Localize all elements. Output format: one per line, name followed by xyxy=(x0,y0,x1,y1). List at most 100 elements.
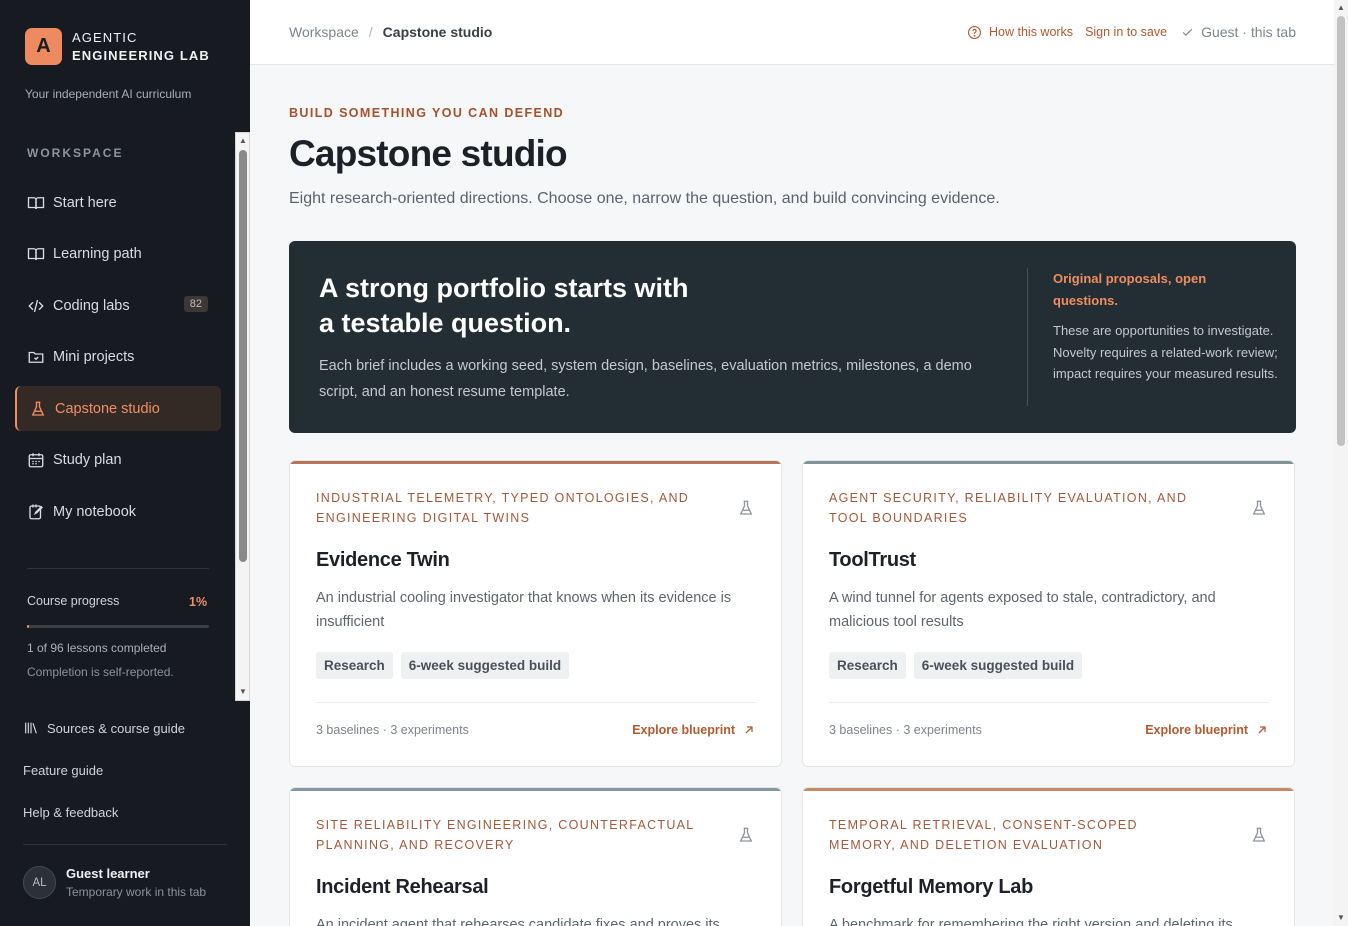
progress-bar-fill xyxy=(27,625,29,628)
code-icon xyxy=(27,297,45,315)
sidebar-item-label: My notebook xyxy=(53,503,137,520)
card-topic: INDUSTRIAL TELEMETRY, TYPED ONTOLOGIES, … xyxy=(316,491,690,525)
guest-status-label: Guest · this tab xyxy=(1201,24,1296,40)
sidebar-item-mini-projects[interactable]: Mini projects xyxy=(15,335,221,380)
card-topic: TEMPORAL RETRIEVAL, CONSENT-SCOPED MEMOR… xyxy=(829,818,1138,852)
card-tag: 6-week suggested build xyxy=(913,652,1083,679)
card-description: A benchmark for remembering the right ve… xyxy=(829,917,1233,926)
sidebar-divider xyxy=(23,844,227,845)
count-badge: 82 xyxy=(183,296,208,312)
breadcrumb-separator: / xyxy=(368,24,373,40)
hero-side-text: These are opportunities to investigate. … xyxy=(1053,323,1278,381)
hero-title: A strong portfolio starts with a testabl… xyxy=(319,273,689,338)
brand[interactable]: A AGENTIC ENGINEERING LAB xyxy=(25,28,210,65)
feature-guide-link[interactable]: Feature guide xyxy=(23,763,103,778)
flask-icon xyxy=(1252,500,1266,515)
card-description: A wind tunnel for agents exposed to stal… xyxy=(829,590,1216,630)
user-profile[interactable]: AL Guest learner Temporary work in this … xyxy=(23,866,206,899)
sidebar-scrollbar-thumb[interactable] xyxy=(239,150,247,562)
calendar-icon xyxy=(27,451,45,469)
sidebar-scrollbar[interactable]: ▲ ▼ xyxy=(235,132,250,701)
card-title: Evidence Twin xyxy=(316,549,450,571)
user-name: Guest learner xyxy=(66,866,150,881)
flask-icon xyxy=(739,500,753,515)
scroll-down-arrow-icon[interactable]: ▼ xyxy=(239,688,247,696)
breadcrumb-current: Capstone studio xyxy=(382,24,493,40)
explore-blueprint-label: Explore blueprint xyxy=(632,723,735,737)
card-description: An industrial cooling investigator that … xyxy=(316,590,732,630)
scroll-up-arrow-icon[interactable]: ▲ xyxy=(1337,4,1345,12)
capstone-card[interactable]: SITE RELIABILITY ENGINEERING, COUNTERFAC… xyxy=(289,787,782,926)
capstone-card[interactable]: AGENT SECURITY, RELIABILITY EVALUATION, … xyxy=(802,460,1295,767)
hero-text: Each brief includes a working seed, syst… xyxy=(319,358,972,400)
breadcrumb: Workspace / Capstone studio xyxy=(289,24,492,40)
sidebar-item-my-notebook[interactable]: My notebook xyxy=(15,489,221,534)
card-title: Incident Rehearsal xyxy=(316,876,489,898)
help-feedback-label: Help & feedback xyxy=(23,805,119,820)
brand-tagline: Your independent AI curriculum xyxy=(25,87,192,101)
how-this-works-link[interactable]: How this works xyxy=(967,25,1073,40)
sidebar-item-label: Start here xyxy=(53,194,117,211)
main-scrollbar-thumb[interactable] xyxy=(1337,16,1345,446)
guest-status: Guest · this tab xyxy=(1181,24,1296,40)
sidebar-item-label: Study plan xyxy=(53,452,122,468)
flask-icon xyxy=(739,827,753,842)
sources-link[interactable]: Sources & course guide xyxy=(23,720,185,736)
sidebar: A AGENTIC ENGINEERING LAB Your independe… xyxy=(0,0,250,926)
card-topic: SITE RELIABILITY ENGINEERING, COUNTERFAC… xyxy=(316,818,695,852)
card-divider xyxy=(829,702,1269,703)
sidebar-item-label: Learning path xyxy=(53,246,142,262)
progress-label: Course progress xyxy=(27,594,120,608)
progress-bar xyxy=(27,625,209,628)
card-tag: Research xyxy=(316,652,393,679)
explore-blueprint-link[interactable]: Explore blueprint xyxy=(1145,723,1268,737)
progress-percent: 1% xyxy=(189,595,208,609)
sidebar-item-coding-labs[interactable]: Coding labs 82 xyxy=(15,283,221,328)
breadcrumb-workspace[interactable]: Workspace xyxy=(289,24,359,40)
card-accent-bar xyxy=(803,461,1294,464)
capstone-card[interactable]: INDUSTRIAL TELEMETRY, TYPED ONTOLOGIES, … xyxy=(289,460,782,767)
folder-icon xyxy=(27,348,45,366)
scroll-down-arrow-icon[interactable]: ▼ xyxy=(1337,914,1345,922)
hero-divider xyxy=(1027,268,1028,406)
sidebar-divider xyxy=(27,568,209,569)
arrow-up-right-icon xyxy=(1258,726,1266,734)
brand-line1: AGENTIC xyxy=(72,29,138,45)
card-description: An incident agent that rehearses candida… xyxy=(316,917,720,926)
card-accent-bar xyxy=(290,461,781,464)
flask-icon xyxy=(1252,827,1266,842)
lessons-completed: 1 of 96 lessons completed xyxy=(27,641,167,655)
sidebar-item-label: Capstone studio xyxy=(55,400,160,417)
book-open-icon xyxy=(27,245,45,263)
flask-icon xyxy=(29,400,47,418)
scroll-up-arrow-icon[interactable]: ▲ xyxy=(239,137,247,145)
brand-line2: ENGINEERING LAB xyxy=(72,47,210,63)
card-meta: 3 baselines · 3 experiments xyxy=(316,723,469,737)
capstone-card[interactable]: TEMPORAL RETRIEVAL, CONSENT-SCOPED MEMOR… xyxy=(802,787,1295,926)
hero-banner: A strong portfolio starts with a testabl… xyxy=(289,241,1296,433)
sidebar-nav: Start here Learning path Coding labs 82 … xyxy=(15,180,221,541)
how-this-works-label: How this works xyxy=(989,25,1074,39)
progress-note: Completion is self-reported. xyxy=(27,665,174,679)
help-feedback-link[interactable]: Help & feedback xyxy=(23,805,118,820)
sidebar-item-start-here[interactable]: Start here xyxy=(15,180,221,225)
sidebar-item-label: Coding labs xyxy=(53,297,130,314)
sidebar-item-learning-path[interactable]: Learning path xyxy=(15,232,221,277)
card-title: ToolTrust xyxy=(829,549,916,571)
brand-logo: A xyxy=(25,28,62,65)
main-scrollbar[interactable]: ▲ ▼ xyxy=(1334,0,1348,926)
feature-guide-label: Feature guide xyxy=(23,763,104,778)
card-meta: 3 baselines · 3 experiments xyxy=(829,723,982,737)
explore-blueprint-link[interactable]: Explore blueprint xyxy=(632,723,755,737)
hero-side-title: Original proposals, open questions. xyxy=(1053,271,1207,308)
sign-in-link[interactable]: Sign in to save xyxy=(1085,25,1167,39)
card-accent-bar xyxy=(803,788,1294,791)
card-topic: AGENT SECURITY, RELIABILITY EVALUATION, … xyxy=(829,491,1188,525)
arrow-up-right-icon xyxy=(745,726,753,734)
page-eyebrow: BUILD SOMETHING YOU CAN DEFEND xyxy=(289,106,565,120)
card-tag: 6-week suggested build xyxy=(400,652,570,679)
workspace-section-label: WORKSPACE xyxy=(27,146,124,160)
user-status: Temporary work in this tab xyxy=(66,885,207,899)
sidebar-item-capstone-studio[interactable]: Capstone studio xyxy=(15,386,221,431)
sidebar-item-study-plan[interactable]: Study plan xyxy=(15,438,221,483)
